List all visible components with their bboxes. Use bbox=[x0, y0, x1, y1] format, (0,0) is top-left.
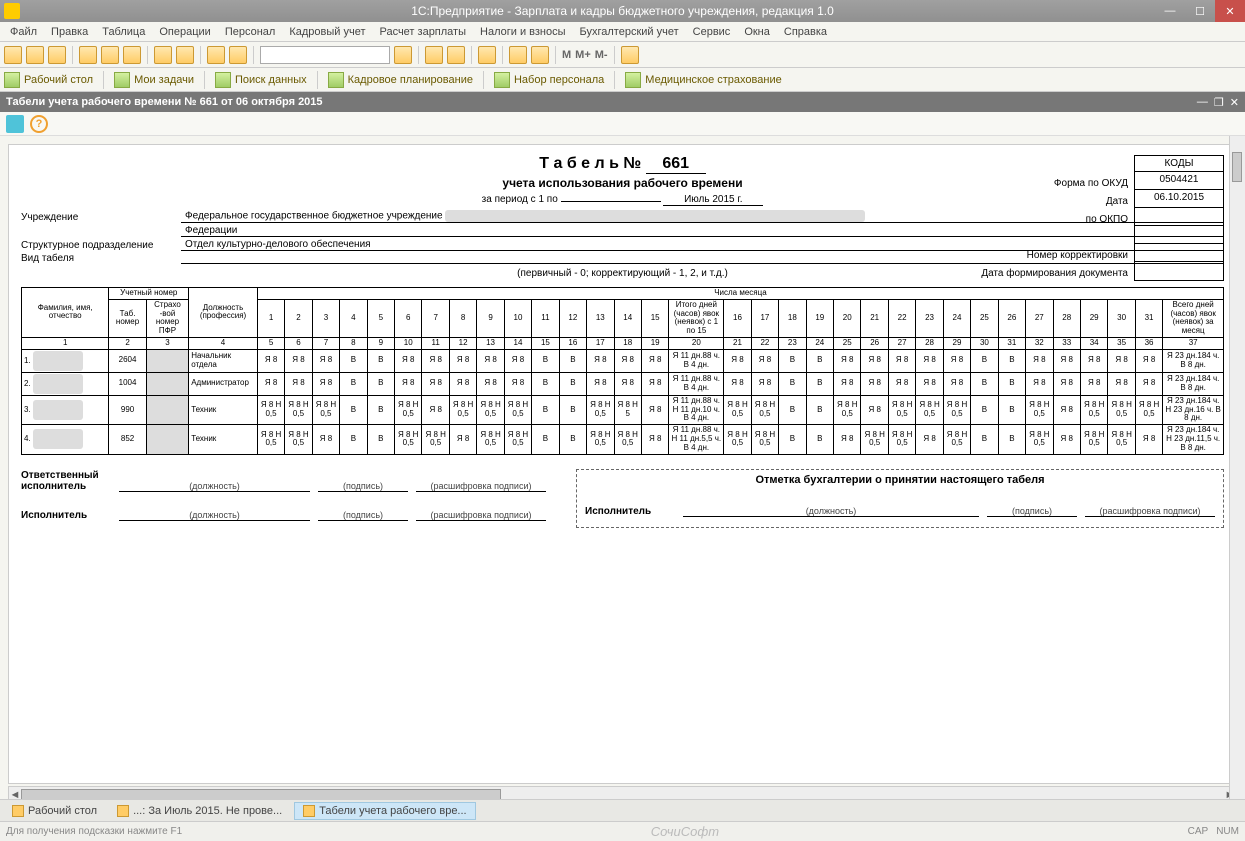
tab-restore-icon[interactable]: ❐ bbox=[1214, 96, 1224, 109]
codes-header: КОДЫ bbox=[1135, 156, 1223, 172]
minimize-button[interactable]: — bbox=[1155, 0, 1185, 22]
cap-indicator: CAP bbox=[1188, 826, 1209, 837]
calendar-icon[interactable] bbox=[447, 46, 465, 64]
tab-icon bbox=[117, 805, 129, 817]
new-icon[interactable] bbox=[4, 46, 22, 64]
window-tab-1[interactable]: ...: За Июль 2015. Не прове... bbox=[109, 803, 290, 819]
menu-8[interactable]: Бухгалтерский учет bbox=[574, 24, 685, 40]
preview-icon[interactable] bbox=[176, 46, 194, 64]
status-hint: Для получения подсказки нажмите F1 bbox=[6, 826, 182, 837]
window-tabs: Рабочий стол...: За Июль 2015. Не прове.… bbox=[0, 799, 1245, 821]
m-minus-button[interactable]: M- bbox=[595, 49, 608, 61]
nav-icon-5 bbox=[625, 72, 641, 88]
titlebar: 1С:Предприятие - Зарплата и кадры бюджет… bbox=[0, 0, 1245, 22]
table-row: 1. 2604Начальник отделаЯ 8Я 8Я 8ВВЯ 8Я 8… bbox=[22, 349, 1224, 372]
menu-7[interactable]: Налоги и взносы bbox=[474, 24, 572, 40]
window-tab-0[interactable]: Рабочий стол bbox=[4, 803, 105, 819]
nav-2[interactable]: Поиск данных bbox=[215, 72, 307, 88]
codes-box: КОДЫ 0504421 06.10.2015 bbox=[1134, 155, 1224, 281]
status-bar: Для получения подсказки нажмите F1 СочиС… bbox=[0, 821, 1245, 841]
menu-10[interactable]: Окна bbox=[738, 24, 776, 40]
menu-9[interactable]: Сервис bbox=[687, 24, 737, 40]
table-row: 2. 1004АдминистраторЯ 8Я 8Я 8ВВЯ 8Я 8Я 8… bbox=[22, 372, 1224, 395]
menu-6[interactable]: Расчет зарплаты bbox=[373, 24, 472, 40]
home-icon[interactable] bbox=[6, 115, 24, 133]
document-tab: Табели учета рабочего времени № 661 от 0… bbox=[0, 92, 1245, 112]
redo-icon[interactable] bbox=[229, 46, 247, 64]
menu-4[interactable]: Персонал bbox=[219, 24, 282, 40]
nav-3[interactable]: Кадровое планирование bbox=[328, 72, 473, 88]
nav-icon-0 bbox=[4, 72, 20, 88]
app-title: 1С:Предприятие - Зарплата и кадры бюджет… bbox=[411, 4, 834, 18]
grid-icon[interactable] bbox=[478, 46, 496, 64]
vertical-scrollbar[interactable] bbox=[1229, 136, 1245, 799]
toolbar-main: M M+ M- bbox=[0, 42, 1245, 68]
search-icon[interactable] bbox=[394, 46, 412, 64]
window-tab-2[interactable]: Табели учета рабочего вре... bbox=[294, 802, 475, 820]
main-menu: ФайлПравкаТаблицаОперацииПерсоналКадровы… bbox=[0, 22, 1245, 42]
table-row: 4. 852ТехникЯ 8 Н 0,5Я 8 Н 0,5Я 8ВВЯ 8 Н… bbox=[22, 425, 1224, 454]
tab-icon bbox=[12, 805, 24, 817]
search-input[interactable] bbox=[260, 46, 390, 64]
save-icon[interactable] bbox=[48, 46, 66, 64]
tab-close-icon[interactable]: ✕ bbox=[1230, 96, 1239, 109]
menu-0[interactable]: Файл bbox=[4, 24, 43, 40]
horizontal-scrollbar[interactable]: ◄ ► bbox=[8, 786, 1237, 799]
nav-icon-2 bbox=[215, 72, 231, 88]
num-indicator: NUM bbox=[1216, 826, 1239, 837]
report-paper: КОДЫ 0504421 06.10.2015 Форма по ОКУД Да… bbox=[8, 144, 1237, 784]
nav-icon-3 bbox=[328, 72, 344, 88]
menu-5[interactable]: Кадровый учет bbox=[283, 24, 371, 40]
nav-icon-1 bbox=[114, 72, 130, 88]
tab-icon bbox=[303, 805, 315, 817]
report-title: Т а б е л ь № 661 bbox=[21, 155, 1224, 174]
menu-3[interactable]: Операции bbox=[153, 24, 216, 40]
undo-icon[interactable] bbox=[207, 46, 225, 64]
menu-2[interactable]: Таблица bbox=[96, 24, 151, 40]
document-toolbar: ? bbox=[0, 112, 1245, 136]
print-icon[interactable] bbox=[154, 46, 172, 64]
menu-1[interactable]: Правка bbox=[45, 24, 94, 40]
codes-labels: Форма по ОКУД Дата по ОКПО Номер коррект… bbox=[981, 175, 1128, 283]
signature-area: Ответственный исполнитель (должность) (п… bbox=[21, 469, 1224, 528]
cut-icon[interactable] bbox=[79, 46, 97, 64]
nav-1[interactable]: Мои задачи bbox=[114, 72, 194, 88]
close-button[interactable]: ✕ bbox=[1215, 0, 1245, 22]
paste-icon[interactable] bbox=[123, 46, 141, 64]
app-icon bbox=[4, 3, 20, 19]
maximize-button[interactable]: ☐ bbox=[1185, 0, 1215, 22]
nav-toolbar: Рабочий стол Мои задачи Поиск данных Кадров… bbox=[0, 68, 1245, 92]
nav-0[interactable]: Рабочий стол bbox=[4, 72, 93, 88]
question-icon[interactable]: ? bbox=[30, 115, 48, 133]
timesheet-table: Фамилия, имя, отчествоУчетный номерДолжн… bbox=[21, 287, 1224, 455]
about-icon[interactable] bbox=[531, 46, 549, 64]
m-plus-button[interactable]: M+ bbox=[575, 49, 591, 61]
nav-icon-4 bbox=[494, 72, 510, 88]
copy-icon[interactable] bbox=[101, 46, 119, 64]
m-button[interactable]: M bbox=[562, 49, 571, 61]
nav-5[interactable]: Медицинское страхование bbox=[625, 72, 781, 88]
tab-minimize-icon[interactable]: — bbox=[1197, 96, 1208, 109]
menu-11[interactable]: Справка bbox=[778, 24, 833, 40]
nav-4[interactable]: Набор персонала bbox=[494, 72, 604, 88]
info-icon[interactable] bbox=[621, 46, 639, 64]
calc-icon[interactable] bbox=[425, 46, 443, 64]
document-tab-title: Табели учета рабочего времени № 661 от 0… bbox=[6, 96, 323, 108]
table-row: 3. 990ТехникЯ 8 Н 0,5Я 8 Н 0,5Я 8 Н 0,5В… bbox=[22, 395, 1224, 424]
vendor-logo: СочиСофт bbox=[651, 824, 719, 839]
open-icon[interactable] bbox=[26, 46, 44, 64]
document-area: КОДЫ 0504421 06.10.2015 Форма по ОКУД Да… bbox=[0, 136, 1245, 799]
help-icon[interactable] bbox=[509, 46, 527, 64]
